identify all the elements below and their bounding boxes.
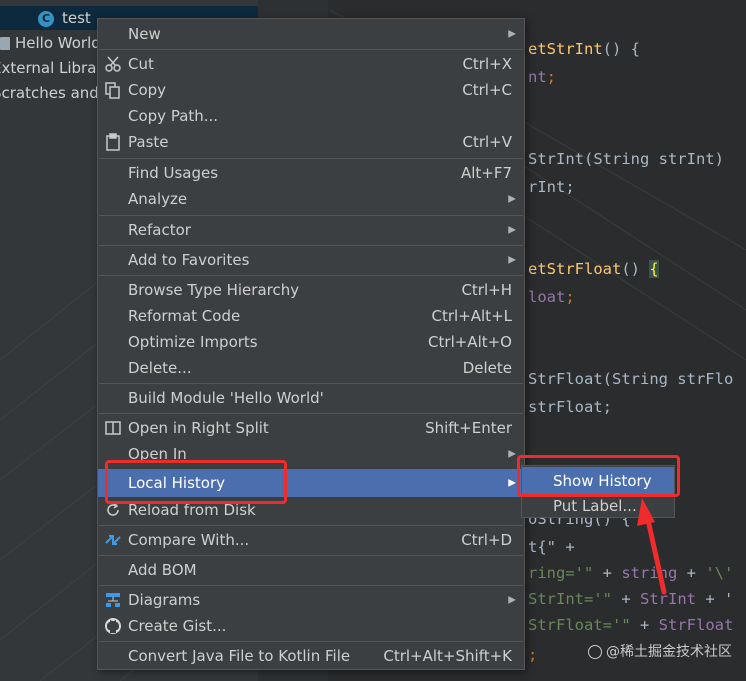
watermark: @稀土掘金技术社区 — [588, 641, 732, 661]
watermark-logo-icon — [588, 645, 602, 659]
watermark-text: @稀土掘金技术社区 — [606, 644, 732, 660]
annotation-arrow — [637, 498, 667, 595]
